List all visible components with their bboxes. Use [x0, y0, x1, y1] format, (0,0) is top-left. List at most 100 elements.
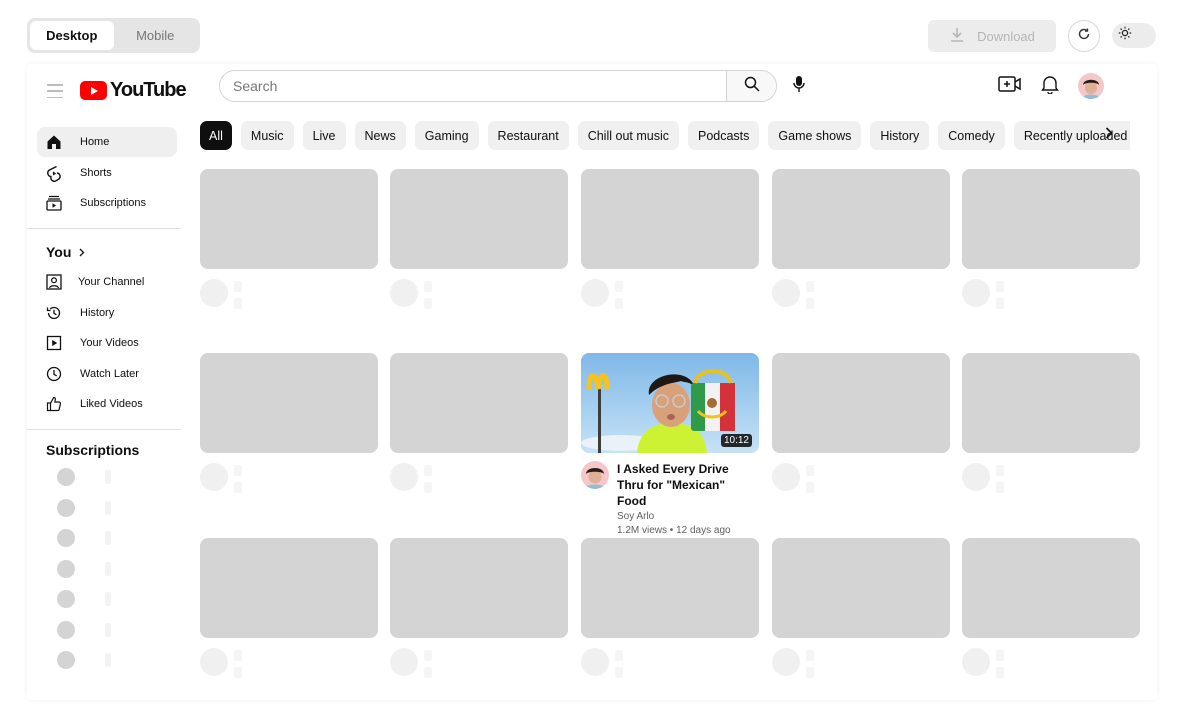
- video-card-placeholder: [390, 538, 568, 678]
- logo-text: YouTube: [110, 79, 187, 101]
- video-stats: 1.2M views • 12 days ago: [617, 525, 757, 536]
- subscription-placeholder: [57, 560, 111, 578]
- microphone-button[interactable]: [789, 75, 809, 97]
- video-card-placeholder: [581, 538, 759, 678]
- clock-icon: [45, 366, 62, 383]
- video-duration: 10:12: [720, 434, 752, 447]
- desktop-tab[interactable]: Desktop: [30, 21, 114, 50]
- chevron-right-icon: [79, 244, 85, 260]
- chip-news[interactable]: News: [354, 121, 406, 150]
- video-card-placeholder: [390, 353, 568, 493]
- sidebar-item-your-channel[interactable]: Your Channel: [37, 267, 177, 297]
- sidebar-item-liked-videos[interactable]: Liked Videos: [37, 389, 177, 419]
- sidebar-item-label: Liked Videos: [80, 398, 143, 410]
- sidebar-item-history[interactable]: History: [37, 298, 177, 328]
- chip-comedy[interactable]: Comedy: [938, 121, 1005, 150]
- create-video-button[interactable]: [997, 75, 1023, 98]
- sidebar-item-label: Watch Later: [80, 368, 139, 380]
- video-card-placeholder: [772, 169, 950, 309]
- menu-icon[interactable]: [47, 84, 63, 98]
- play-icon: [80, 81, 107, 100]
- video-card-placeholder: [200, 353, 378, 493]
- sun-icon: [1118, 26, 1132, 45]
- chevron-right-icon: [1105, 126, 1113, 144]
- video-card-placeholder: [200, 169, 378, 309]
- thumbs-up-icon: [45, 396, 62, 413]
- video-card-placeholder: [772, 353, 950, 493]
- subscriptions-section-title: Subscriptions: [46, 442, 140, 458]
- stats-separator: •: [669, 525, 674, 536]
- video-meta: I Asked Every Drive Thru for "Mexican" F…: [581, 461, 759, 536]
- subscription-placeholder: [57, 468, 111, 486]
- subscription-placeholder: [57, 651, 111, 669]
- upload-age: 12 days ago: [676, 525, 731, 536]
- chips-next-button[interactable]: [1100, 126, 1118, 144]
- you-section-title[interactable]: You: [46, 244, 85, 260]
- chip-all[interactable]: All: [200, 121, 232, 150]
- mobile-tab[interactable]: Mobile: [114, 21, 198, 50]
- sidebar-item-shorts[interactable]: Shorts: [37, 158, 177, 188]
- home-icon: [45, 134, 62, 151]
- chip-game-shows[interactable]: Game shows: [768, 121, 862, 150]
- search-icon: [744, 76, 760, 97]
- channel-name[interactable]: Soy Arlo: [617, 511, 757, 522]
- bell-icon: [1041, 74, 1059, 99]
- video-card-placeholder: [390, 169, 568, 309]
- user-avatar[interactable]: [1078, 73, 1104, 99]
- sidebar-item-label: Subscriptions: [80, 197, 147, 209]
- sidebar-item-label: Your Channel: [78, 276, 145, 288]
- video-info: I Asked Every Drive Thru for "Mexican" F…: [617, 461, 757, 536]
- video-card-placeholder: [581, 169, 759, 309]
- microphone-icon: [793, 75, 805, 98]
- chip-gaming[interactable]: Gaming: [414, 121, 479, 150]
- download-icon: [949, 27, 965, 46]
- subscription-placeholder: [57, 499, 111, 517]
- sidebar-item-watch-later[interactable]: Watch Later: [37, 359, 177, 389]
- sidebar-item-subscriptions[interactable]: Subscriptions: [37, 188, 177, 218]
- you-title: You: [46, 244, 72, 260]
- chip-podcasts[interactable]: Podcasts: [687, 121, 760, 150]
- video-card-placeholder: [200, 538, 378, 678]
- notifications-button[interactable]: [1039, 74, 1061, 98]
- download-button[interactable]: Download: [928, 20, 1056, 52]
- chip-live[interactable]: Live: [302, 121, 346, 150]
- video-plus-icon: [998, 75, 1022, 98]
- history-icon: [45, 305, 62, 322]
- refresh-button[interactable]: [1068, 20, 1100, 52]
- search-input[interactable]: [220, 71, 726, 101]
- chip-music[interactable]: Music: [240, 121, 294, 150]
- video-card-placeholder: [962, 169, 1140, 309]
- chip-history[interactable]: History: [870, 121, 930, 150]
- sidebar-item-your-videos[interactable]: Your Videos: [37, 328, 177, 358]
- channel-icon: [45, 274, 62, 291]
- search-bar: [219, 70, 777, 102]
- sidebar-divider: [27, 228, 181, 229]
- view-count: 1.2M views: [617, 525, 668, 536]
- theme-toggle[interactable]: [1112, 23, 1156, 48]
- subscription-placeholder: [57, 529, 111, 547]
- download-label: Download: [977, 28, 1035, 44]
- subscriptions-icon: [45, 195, 62, 212]
- subscription-placeholder: [57, 621, 111, 639]
- video-thumbnail[interactable]: 10:12: [581, 353, 759, 453]
- youtube-frame: YouTube Search Home Shorts Subscriptions…: [27, 64, 1157, 700]
- refresh-icon: [1077, 27, 1091, 46]
- sidebar-item-label: History: [80, 307, 115, 319]
- sidebar-divider: [27, 429, 181, 430]
- sidebar-item-home[interactable]: Home: [37, 127, 177, 157]
- sidebar-item-label: Shorts: [80, 167, 112, 179]
- video-title[interactable]: I Asked Every Drive Thru for "Mexican" F…: [617, 461, 757, 509]
- chip-restaurant[interactable]: Restaurant: [487, 121, 569, 150]
- video-card[interactable]: 10:12 I Asked Every Drive Thru for "Mexi…: [581, 353, 759, 536]
- category-chips: All Music Live News Gaming Restaurant Ch…: [200, 121, 1130, 151]
- youtube-logo[interactable]: YouTube: [80, 79, 187, 102]
- video-card-placeholder: [962, 538, 1140, 678]
- video-card-placeholder: [772, 538, 950, 678]
- shorts-icon: [45, 165, 62, 182]
- your-videos-icon: [45, 335, 62, 352]
- search-button[interactable]: [726, 71, 776, 101]
- device-toggle: Desktop Mobile: [27, 18, 200, 53]
- chip-chill-out-music[interactable]: Chill out music: [577, 121, 679, 150]
- channel-avatar[interactable]: [581, 461, 609, 489]
- subscription-placeholder: [57, 590, 111, 608]
